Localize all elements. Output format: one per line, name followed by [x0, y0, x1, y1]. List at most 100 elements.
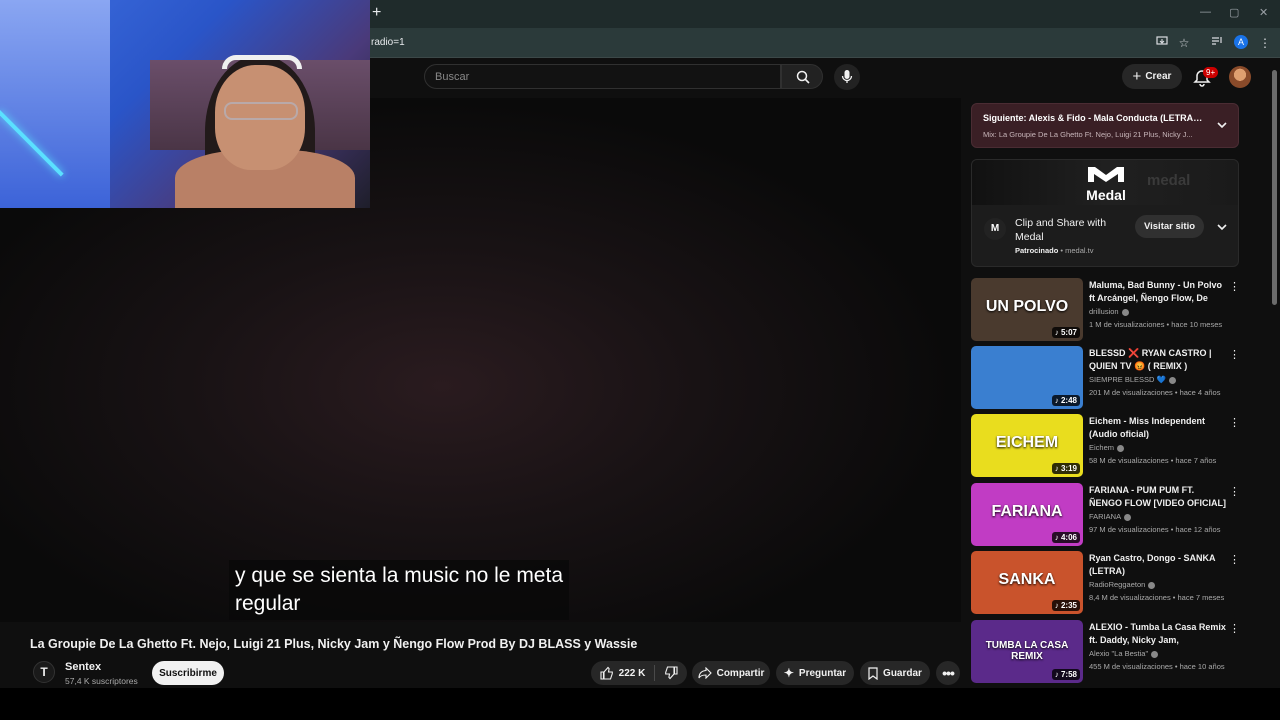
recommendation-title[interactable]: Ryan Castro, Dongo - SANKA (LETRA) — [1089, 552, 1227, 578]
like-dislike-group: 222 K — [591, 661, 687, 685]
sponsored-label: Patrocinado — [1015, 246, 1059, 255]
install-app-icon[interactable] — [1154, 35, 1170, 51]
subtitle-line-1: y que se sienta la music no le meta — [235, 564, 564, 587]
ask-button[interactable]: ✦ Preguntar — [776, 661, 854, 685]
user-avatar[interactable] — [1229, 66, 1251, 88]
duration-badge: ♪ 2:35 — [1051, 600, 1080, 611]
bookmark-star-icon[interactable]: ☆ — [1176, 35, 1192, 51]
chevron-down-icon[interactable] — [1215, 118, 1229, 132]
new-tab-button[interactable]: + — [372, 5, 386, 21]
recommendation-channel[interactable]: Eichem — [1089, 443, 1125, 452]
search-button[interactable] — [781, 64, 823, 89]
verified-icon — [1148, 581, 1156, 589]
more-options-icon[interactable]: ⋮ — [1229, 553, 1240, 567]
recommendation-item[interactable]: SANKA ♪ 2:35 Ryan Castro, Dongo - SANKA (L… — [971, 551, 1240, 615]
video-thumbnail[interactable]: EICHEM ♪ 3:19 — [971, 414, 1083, 477]
notification-count-badge: 9+ — [1203, 67, 1219, 78]
url-text[interactable]: radio=1 — [371, 37, 405, 48]
duration-badge: ♪ 5:07 — [1051, 327, 1080, 338]
video-thumbnail[interactable]: SANKA ♪ 2:35 — [971, 551, 1083, 614]
recommendation-title[interactable]: BLESSD ❌ RYAN CASTRO | QUIEN TV 😡 ( REMI… — [1089, 347, 1227, 373]
channel-subscriber-count: 57,4 K suscriptores — [65, 676, 138, 686]
recommendation-channel[interactable]: RadioReggaeton — [1089, 580, 1156, 589]
share-button[interactable]: Compartir — [692, 661, 770, 685]
save-button[interactable]: Guardar — [860, 661, 930, 685]
verified-icon — [1168, 376, 1176, 384]
recommendation-item[interactable]: ♪ 2:48 BLESSD ❌ RYAN CASTRO | QUIEN TV 😡 … — [971, 346, 1240, 410]
recommendation-channel[interactable]: drillusion — [1089, 307, 1129, 316]
ad-banner[interactable]: Medal medal — [972, 160, 1238, 205]
recommendation-item[interactable]: UN POLVO ♪ 5:07 Maluma, Bad Bunny - Un Pol… — [971, 278, 1240, 342]
save-label: Guardar — [883, 667, 922, 679]
medal-logo: Medal — [1082, 164, 1130, 203]
thumbs-up-icon — [600, 666, 613, 680]
sponsored-ad-card[interactable]: Medal medal M Clip and Share with Medal … — [971, 159, 1239, 267]
plus-icon: + — [1132, 68, 1142, 85]
video-thumbnail[interactable]: UN POLVO ♪ 5:07 — [971, 278, 1083, 341]
video-thumbnail[interactable]: FARIANA ♪ 4:06 — [971, 483, 1083, 546]
thumbnail-text: SANKA — [998, 571, 1056, 588]
medal-logo-text: Medal — [1086, 187, 1126, 203]
ask-label: Preguntar — [798, 667, 847, 679]
recommendation-title[interactable]: FARIANA - PUM PUM FT. ÑENGO FLOW [VIDEO … — [1089, 484, 1227, 510]
ad-meta: Patrocinado • medal.tv — [1015, 246, 1094, 255]
channel-name[interactable]: Sentex — [65, 661, 101, 673]
maximize-button[interactable]: ▢ — [1229, 6, 1239, 19]
more-options-icon[interactable]: ⋮ — [1229, 416, 1240, 430]
recommendation-stats: 58 M de visualizaciones • hace 7 años — [1089, 456, 1217, 465]
video-thumbnail[interactable]: ♪ 2:48 — [971, 346, 1083, 409]
advertiser-icon[interactable]: M — [984, 218, 1006, 240]
create-button[interactable]: + Crear — [1122, 64, 1182, 89]
more-actions-button[interactable]: ••• — [936, 661, 960, 685]
duration-badge: ♪ 2:48 — [1051, 395, 1080, 406]
search-icon — [796, 70, 810, 84]
more-options-icon[interactable]: ⋮ — [1229, 348, 1240, 362]
bottom-bar — [0, 688, 1280, 720]
duration-badge: ♪ 3:19 — [1051, 463, 1080, 474]
create-label: Crear — [1145, 71, 1172, 82]
search-input[interactable] — [435, 70, 765, 84]
recommendation-stats: 455 M de visualizaciones • hace 10 años — [1089, 662, 1225, 671]
up-next-card[interactable]: Siguiente: Alexis & Fido - Mala Conducta… — [971, 103, 1239, 148]
recommendation-stats: 97 M de visualizaciones • hace 12 años — [1089, 525, 1221, 534]
subtitle-line-2: regular — [235, 592, 301, 615]
like-count: 222 K — [618, 667, 646, 679]
sparkle-icon: ✦ — [783, 666, 794, 680]
recommendation-channel[interactable]: FARIANA — [1089, 512, 1132, 521]
minimize-button[interactable]: — — [1200, 6, 1211, 18]
close-window-button[interactable]: ✕ — [1259, 6, 1268, 19]
chevron-down-icon[interactable] — [1215, 220, 1229, 234]
media-controls-icon[interactable] — [1209, 35, 1225, 51]
verified-icon — [1124, 513, 1132, 521]
recommendation-channel[interactable]: SIEMPRE BLESSD 💙 — [1089, 375, 1176, 384]
verified-icon — [1151, 650, 1159, 658]
thumbnail-text: UN POLVO — [985, 298, 1069, 315]
recommendation-title[interactable]: Maluma, Bad Bunny - Un Polvo ft Arcángel… — [1089, 279, 1227, 305]
up-next-title: Siguiente: Alexis & Fido - Mala Conducta… — [983, 113, 1203, 123]
recommendation-title[interactable]: Eichem - Miss Independent (Audio oficial… — [1089, 415, 1227, 441]
more-options-icon[interactable]: ⋮ — [1229, 485, 1240, 499]
browser-menu-icon[interactable]: ⋮ — [1257, 35, 1273, 51]
recommendation-item[interactable]: TUMBA LA CASA REMIX ♪ 7:58 ALEXIO - Tumba … — [971, 620, 1240, 684]
recommendation-item[interactable]: EICHEM ♪ 3:19 Eichem - Miss Independent (A… — [971, 414, 1240, 478]
ad-domain: medal.tv — [1065, 246, 1094, 255]
duration-badge: ♪ 7:58 — [1051, 669, 1080, 680]
channel-avatar[interactable]: T — [33, 661, 55, 683]
duration-badge: ♪ 4:06 — [1051, 532, 1080, 543]
ad-title[interactable]: Clip and Share with Medal — [1015, 216, 1115, 244]
thumbs-down-icon[interactable] — [664, 666, 678, 680]
more-options-icon[interactable]: ⋮ — [1229, 622, 1240, 636]
subscribe-button[interactable]: Suscribirme — [152, 661, 224, 685]
recommendation-channel[interactable]: Alexio "La Bestia" — [1089, 649, 1159, 658]
search-box[interactable] — [424, 64, 781, 89]
recommendation-item[interactable]: FARIANA ♪ 4:06 FARIANA - PUM PUM FT. ÑENGO… — [971, 483, 1240, 547]
recommendation-title[interactable]: ALEXIO - Tumba La Casa Remix ft. Daddy, … — [1089, 621, 1227, 647]
more-options-icon[interactable]: ⋮ — [1229, 280, 1240, 294]
visit-site-button[interactable]: Visitar sitio — [1135, 215, 1204, 238]
browser-account-avatar[interactable]: A — [1234, 35, 1248, 49]
scrollbar-thumb[interactable] — [1272, 70, 1277, 305]
medal-m-icon — [1088, 167, 1124, 182]
video-thumbnail[interactable]: TUMBA LA CASA REMIX ♪ 7:58 — [971, 620, 1083, 683]
voice-search-button[interactable] — [834, 64, 860, 90]
like-button[interactable]: 222 K — [600, 666, 646, 680]
